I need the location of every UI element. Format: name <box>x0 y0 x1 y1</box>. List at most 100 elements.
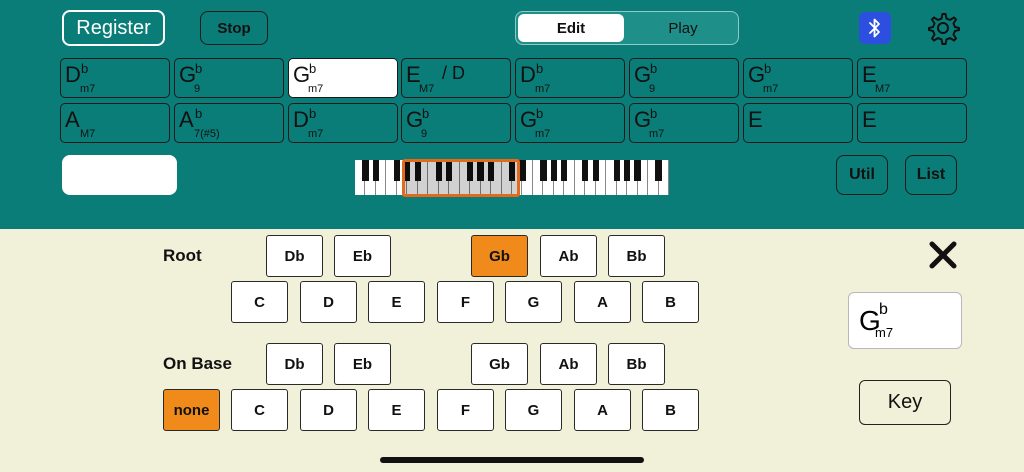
bass-note-db-button[interactable]: Db <box>266 343 323 385</box>
chord-accidental: b <box>764 61 772 76</box>
chord-quality: m7 <box>763 83 779 95</box>
chord-cell[interactable]: E M7 <box>857 58 967 98</box>
chord-root: D <box>520 62 536 87</box>
piano-black-key[interactable] <box>623 160 631 181</box>
root-note-c-button[interactable]: C <box>231 281 288 323</box>
tab-play[interactable]: Play <box>630 14 736 42</box>
bass-note-c-button[interactable]: C <box>231 389 288 431</box>
chord-cell[interactable]: Ab 7(#5) <box>174 103 284 143</box>
root-note-e-button[interactable]: E <box>368 281 425 323</box>
root-note-g-button[interactable]: G <box>505 281 562 323</box>
chord-quality: 7(#5) <box>194 128 220 140</box>
preview-quality: m7 <box>875 325 894 340</box>
piano-black-key[interactable] <box>550 160 557 181</box>
chord-quality: m7 <box>535 128 551 140</box>
root-note-db-button[interactable]: Db <box>266 235 323 277</box>
piano-black-key[interactable] <box>372 160 380 181</box>
chord-cell[interactable]: E <box>743 103 853 143</box>
util-button[interactable]: Util <box>836 155 888 195</box>
chord-cell[interactable]: Db m7 <box>288 103 398 143</box>
chord-quality: 9 <box>649 83 656 95</box>
bass-note-a-button[interactable]: A <box>574 389 631 431</box>
list-button[interactable]: List <box>905 155 957 195</box>
chord-quality: 9 <box>421 128 428 140</box>
chord-accidental: b <box>422 106 430 121</box>
chord-quality: M7 <box>419 83 435 95</box>
chord-cell[interactable]: Gb m7 <box>743 58 853 98</box>
bass-note-e-button[interactable]: E <box>368 389 425 431</box>
bass-note-ab-button[interactable]: Ab <box>540 343 597 385</box>
piano-black-key[interactable] <box>393 160 400 181</box>
chord-cell[interactable]: Db m7 <box>60 58 170 98</box>
bass-note-bb-button[interactable]: Bb <box>608 343 665 385</box>
gear-icon <box>928 13 960 45</box>
chord-cell[interactable]: Gb m7 <box>515 103 625 143</box>
settings-button[interactable] <box>926 11 960 45</box>
close-button[interactable] <box>928 240 958 270</box>
bass-note-f-button[interactable]: F <box>437 389 494 431</box>
root-note-b-button[interactable]: B <box>642 281 699 323</box>
chord-quality: 9 <box>194 83 201 95</box>
stop-button[interactable]: Stop <box>200 11 268 45</box>
piano-black-key[interactable] <box>540 160 547 181</box>
piano-black-key[interactable] <box>582 160 589 181</box>
root-note-ab-button[interactable]: Ab <box>540 235 597 277</box>
root-note-a-button[interactable]: A <box>574 281 631 323</box>
piano-black-key[interactable] <box>362 160 369 181</box>
chord-slash-bass: / D <box>442 63 466 83</box>
chord-quality: m7 <box>649 128 665 140</box>
chord-cell[interactable]: A M7 <box>60 103 170 143</box>
chord-cell[interactable]: Db m7 <box>515 58 625 98</box>
root-note-bb-button[interactable]: Bb <box>608 235 665 277</box>
piano-black-key[interactable] <box>592 160 599 181</box>
piano-black-key[interactable] <box>613 160 620 181</box>
chord-root: E <box>862 107 877 132</box>
tab-edit[interactable]: Edit <box>518 14 624 42</box>
chord-cell[interactable]: E <box>857 103 967 143</box>
root-note-d-button[interactable]: D <box>300 281 357 323</box>
chord-root: D <box>293 107 309 132</box>
keyboard-range-selector[interactable] <box>402 159 520 197</box>
chord-root: A <box>179 107 194 132</box>
chord-accidental: b <box>195 61 203 76</box>
chord-accidental: b <box>309 106 317 121</box>
chord-quality: m7 <box>535 83 551 95</box>
chord-accidental: b <box>536 106 544 121</box>
bass-note-eb-button[interactable]: Eb <box>334 343 391 385</box>
piano-black-key[interactable] <box>634 160 641 181</box>
key-button[interactable]: Key <box>859 380 951 425</box>
chord-cell[interactable]: Gb9 <box>174 58 284 98</box>
register-button[interactable]: Register <box>62 10 165 46</box>
chord-quality: m7 <box>308 83 324 95</box>
root-note-gb-button[interactable]: Gb <box>471 235 528 277</box>
bass-none-button[interactable]: none <box>163 389 220 431</box>
bluetooth-icon <box>869 18 880 38</box>
bluetooth-button[interactable] <box>859 12 891 44</box>
bass-note-b-button[interactable]: B <box>642 389 699 431</box>
chord-accidental: b <box>536 61 544 76</box>
chord-root: E <box>748 107 763 132</box>
root-label: Root <box>163 246 202 265</box>
chord-preview: G b m7 <box>848 292 962 349</box>
chord-accidental: b <box>650 61 658 76</box>
piano-black-key[interactable] <box>519 160 526 181</box>
chord-accidental: b <box>195 106 203 121</box>
root-note-f-button[interactable]: F <box>437 281 494 323</box>
bass-note-g-button[interactable]: G <box>505 389 562 431</box>
close-icon <box>929 241 957 269</box>
root-note-eb-button[interactable]: Eb <box>334 235 391 277</box>
chord-name-field[interactable] <box>62 155 177 195</box>
chord-quality: M7 <box>80 128 96 140</box>
chord-cell[interactable]: Gb m7 <box>629 103 739 143</box>
chord-cell[interactable]: Gb m7 <box>288 58 398 98</box>
bass-note-d-button[interactable]: D <box>300 389 357 431</box>
home-indicator[interactable] <box>380 457 644 463</box>
chord-cell[interactable]: Gb9 <box>629 58 739 98</box>
onbase-label: On Base <box>163 354 232 373</box>
chord-cell[interactable]: Gb9 <box>401 103 511 143</box>
bass-note-gb-button[interactable]: Gb <box>471 343 528 385</box>
mode-segmented-control: Edit Play <box>515 11 739 45</box>
piano-black-key[interactable] <box>561 160 568 181</box>
piano-black-key[interactable] <box>655 160 662 181</box>
chord-cell[interactable]: E M7/ D <box>401 58 511 98</box>
